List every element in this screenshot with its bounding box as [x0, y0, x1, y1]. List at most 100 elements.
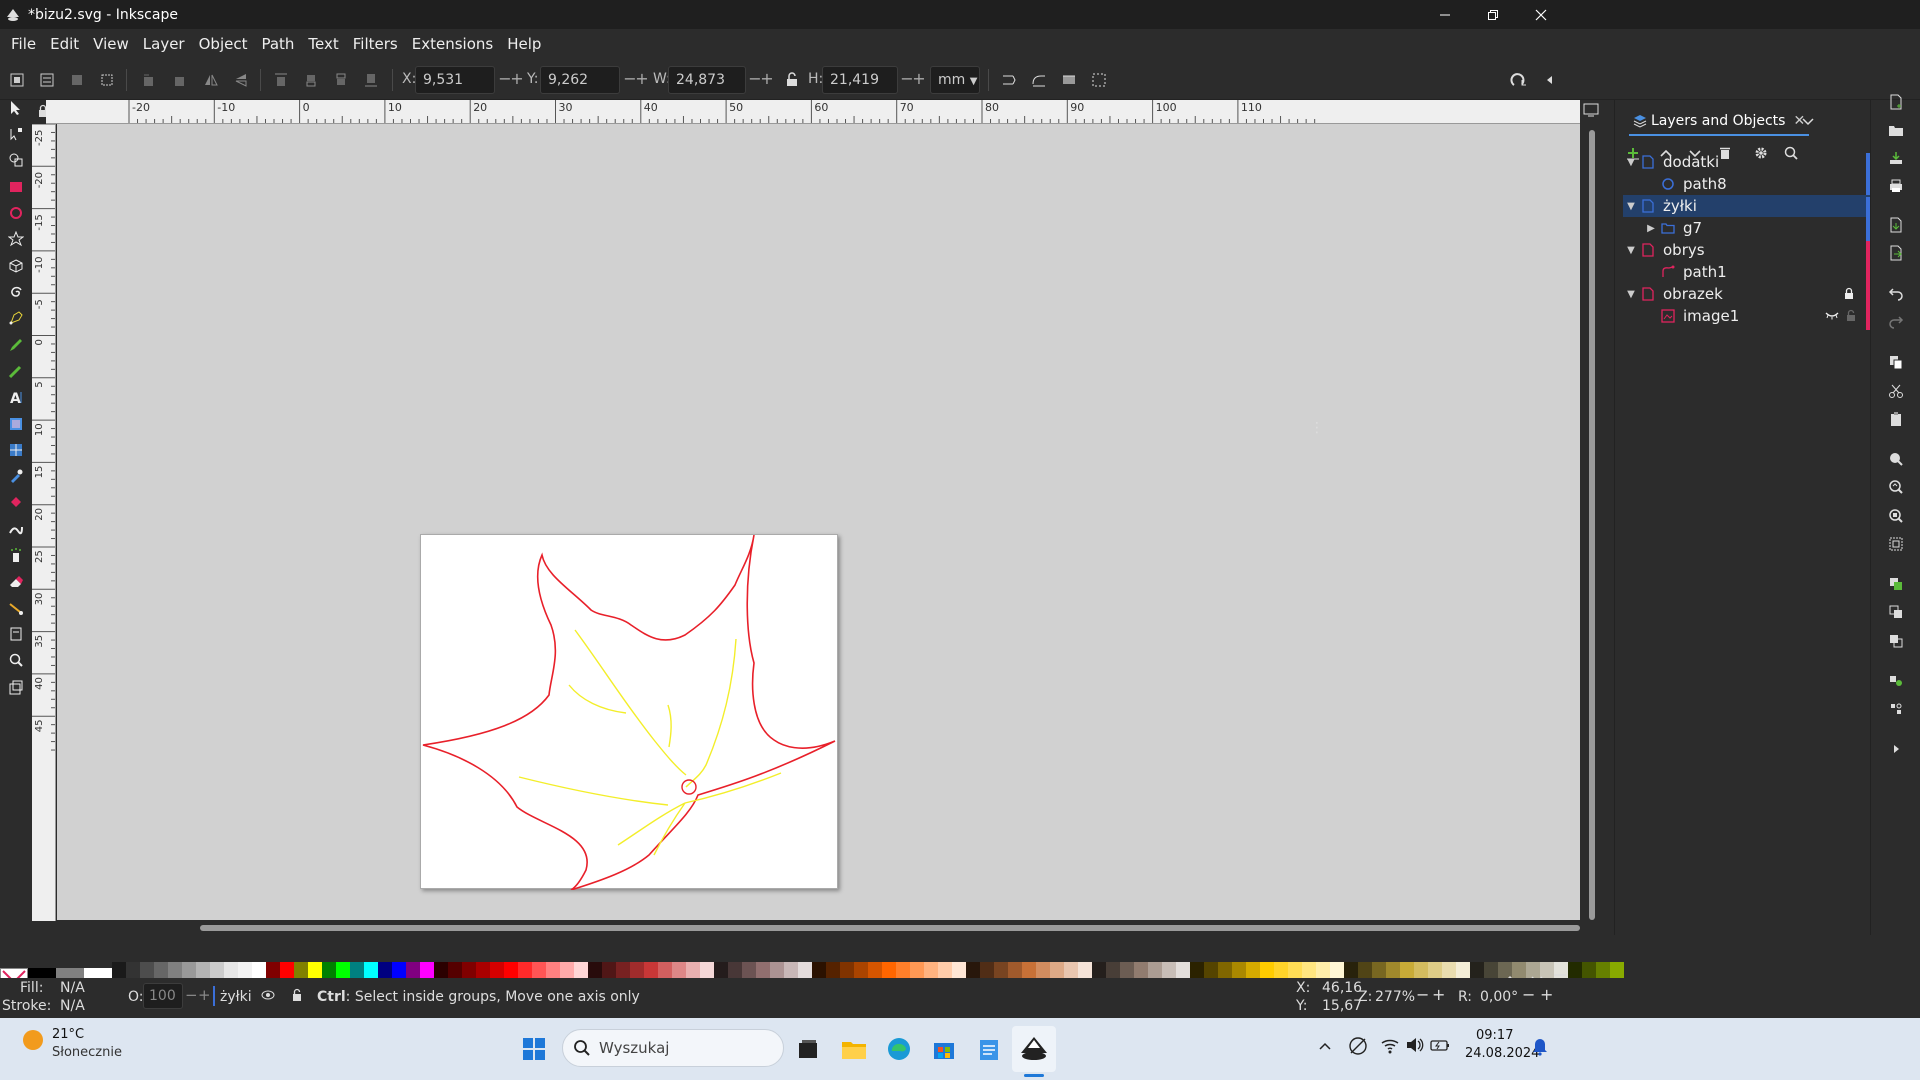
hidden-eye-icon[interactable] [1825, 310, 1839, 320]
open-document-icon[interactable] [1884, 118, 1908, 142]
swatch[interactable] [280, 962, 294, 978]
swatch[interactable] [588, 962, 602, 978]
swatch[interactable] [714, 962, 728, 978]
volume-icon[interactable] [1405, 1036, 1425, 1054]
pages-tool-icon[interactable] [3, 621, 29, 647]
taskbar-search[interactable]: Wyszukaj [562, 1029, 784, 1067]
zoom-page-icon[interactable] [1884, 504, 1908, 528]
rectangle-tool-icon[interactable] [3, 174, 29, 200]
marker-circle[interactable] [681, 779, 697, 795]
expand-down-icon[interactable]: ▼ [1623, 245, 1639, 256]
swatch[interactable] [980, 962, 994, 978]
menu-layer[interactable]: Layer [136, 35, 192, 53]
swatch[interactable] [756, 962, 770, 978]
scale-corners-icon[interactable] [1026, 67, 1052, 93]
horizontal-ruler[interactable]: -20 -10 0 10 20 30 40 50 60 70 80 90 100 110 [46, 100, 1580, 124]
swatch[interactable] [252, 962, 266, 978]
w-field[interactable]: 24,873 [668, 66, 746, 94]
swatch[interactable] [1274, 962, 1288, 978]
scale-pattern-icon[interactable] [1086, 67, 1112, 93]
shape-builder-tool-icon[interactable] [3, 147, 29, 173]
vertical-ruler[interactable]: -25 -20 -15 -10 -5 0 5 10 15 20 25 30 35 40 45 [32, 124, 56, 921]
raise-icon[interactable] [298, 67, 324, 93]
swatch[interactable] [266, 962, 280, 978]
swatch[interactable] [1316, 962, 1330, 978]
swatch[interactable] [560, 962, 574, 978]
layer-lock-icon[interactable] [290, 988, 304, 1002]
h-field[interactable]: 21,419 [822, 66, 898, 94]
paint-bucket-tool-icon[interactable] [3, 489, 29, 515]
swatch[interactable] [630, 962, 644, 978]
swatch[interactable] [616, 962, 630, 978]
swatch[interactable] [392, 962, 406, 978]
edge-browser-icon[interactable] [879, 1029, 919, 1069]
swatch[interactable] [798, 962, 812, 978]
swatch[interactable] [168, 962, 182, 978]
layer-row-obrys[interactable]: ▼ obrys [1623, 239, 1871, 264]
swatch[interactable] [784, 962, 798, 978]
opacity-increment[interactable]: + [198, 986, 211, 1004]
swatch[interactable] [1148, 962, 1162, 978]
display-mode-icon[interactable] [1582, 102, 1600, 118]
duplicate-icon[interactable] [1884, 572, 1908, 596]
undo-icon[interactable] [1884, 281, 1908, 305]
inkscape-app-icon[interactable] [1014, 1029, 1054, 1069]
unlocked-icon[interactable] [1845, 309, 1857, 322]
eraser-tool-icon[interactable] [3, 568, 29, 594]
lock-ratio-icon[interactable] [779, 67, 805, 93]
swatch[interactable] [812, 962, 826, 978]
swatch[interactable] [910, 962, 924, 978]
flip-horizontal-icon[interactable] [198, 67, 224, 93]
swatch[interactable] [770, 962, 784, 978]
swatch[interactable] [924, 962, 938, 978]
y-field[interactable]: 9,262 [540, 66, 620, 94]
h-increment[interactable]: + [909, 66, 929, 94]
scale-gradient-icon[interactable] [1056, 67, 1082, 93]
dock-menu-chevron-icon[interactable] [1801, 114, 1815, 128]
swatch[interactable] [154, 962, 168, 978]
copy-icon[interactable] [1884, 350, 1908, 374]
swatch[interactable] [1120, 962, 1134, 978]
menu-file[interactable]: File [4, 35, 43, 53]
swatch[interactable] [490, 962, 504, 978]
swatch[interactable] [1358, 962, 1372, 978]
swatch[interactable] [378, 962, 392, 978]
zoom-selection-icon[interactable] [1884, 447, 1908, 471]
stroke-value[interactable]: N/A [60, 998, 85, 1014]
swatch[interactable] [322, 962, 336, 978]
spiral-tool-icon[interactable] [3, 279, 29, 305]
expand-down-icon[interactable]: ▼ [1623, 289, 1639, 300]
swatch[interactable] [112, 962, 126, 978]
pencil-tool-icon[interactable] [3, 332, 29, 358]
select-same-icon[interactable] [64, 67, 90, 93]
zoom-tool-icon[interactable] [3, 647, 29, 673]
clock-date[interactable]: 24.08.2024 [1465, 1046, 1539, 1061]
text-tool-icon[interactable]: A [3, 384, 29, 410]
weather-desc[interactable]: Słonecznie [52, 1045, 122, 1060]
clock-time[interactable]: 09:17 [1476, 1028, 1513, 1043]
swatch[interactable] [1218, 962, 1232, 978]
lower-to-bottom-icon[interactable] [358, 67, 384, 93]
group-icon[interactable] [1884, 669, 1908, 693]
select-all-icon[interactable] [4, 67, 30, 93]
paste-icon[interactable] [1884, 407, 1908, 431]
start-button-icon[interactable] [514, 1029, 554, 1069]
swatch[interactable] [854, 962, 868, 978]
swatch[interactable] [1400, 962, 1414, 978]
rotation-value[interactable]: 0,00° [1480, 989, 1518, 1005]
battery-icon[interactable] [1430, 1036, 1450, 1054]
w-increment[interactable]: + [757, 66, 777, 94]
layer-row-obrazek[interactable]: ▼ obrazek [1623, 283, 1871, 308]
unit-select[interactable]: mm ▼ [930, 66, 980, 94]
swatch[interactable] [126, 962, 140, 978]
redo-icon[interactable] [1884, 309, 1908, 333]
swatch[interactable] [1078, 962, 1092, 978]
swatch[interactable] [1050, 962, 1064, 978]
drawing-canvas[interactable] [57, 124, 1580, 920]
swatch[interactable] [532, 962, 546, 978]
menu-path[interactable]: Path [254, 35, 301, 53]
swatch[interactable] [1568, 962, 1582, 978]
swatch[interactable] [952, 962, 966, 978]
swatch[interactable] [1414, 962, 1428, 978]
notification-bell-icon[interactable] [1531, 1036, 1549, 1056]
